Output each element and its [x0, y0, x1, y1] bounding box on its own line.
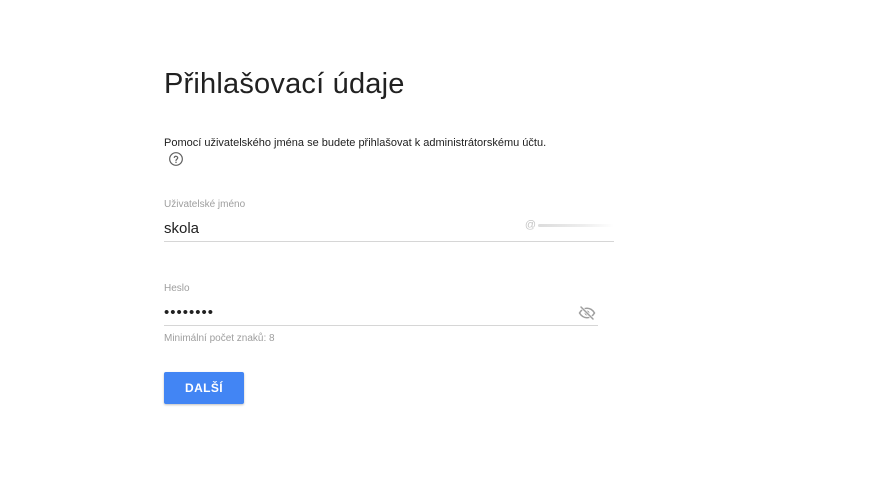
username-field: @	[164, 217, 614, 242]
username-input[interactable]	[164, 217, 504, 239]
description-text: Pomocí uživatelského jména se budete při…	[164, 137, 547, 149]
domain-redacted	[538, 223, 614, 227]
username-label: Uživatelské jméno	[164, 199, 246, 210]
credentials-page: Přihlašovací údaje Pomocí uživatelského …	[0, 0, 882, 490]
domain-suffix: @	[525, 219, 614, 231]
domain-at-sign: @	[524, 219, 536, 231]
page-title: Přihlašovací údaje	[164, 68, 405, 100]
password-label: Heslo	[164, 283, 190, 294]
help-circle-icon[interactable]	[168, 151, 184, 167]
password-input[interactable]	[164, 301, 544, 323]
password-field	[164, 301, 598, 326]
next-button[interactable]: DALŠÍ	[164, 372, 244, 404]
eye-off-icon[interactable]	[578, 304, 596, 322]
password-hint: Minimální počet znaků: 8	[164, 333, 275, 344]
